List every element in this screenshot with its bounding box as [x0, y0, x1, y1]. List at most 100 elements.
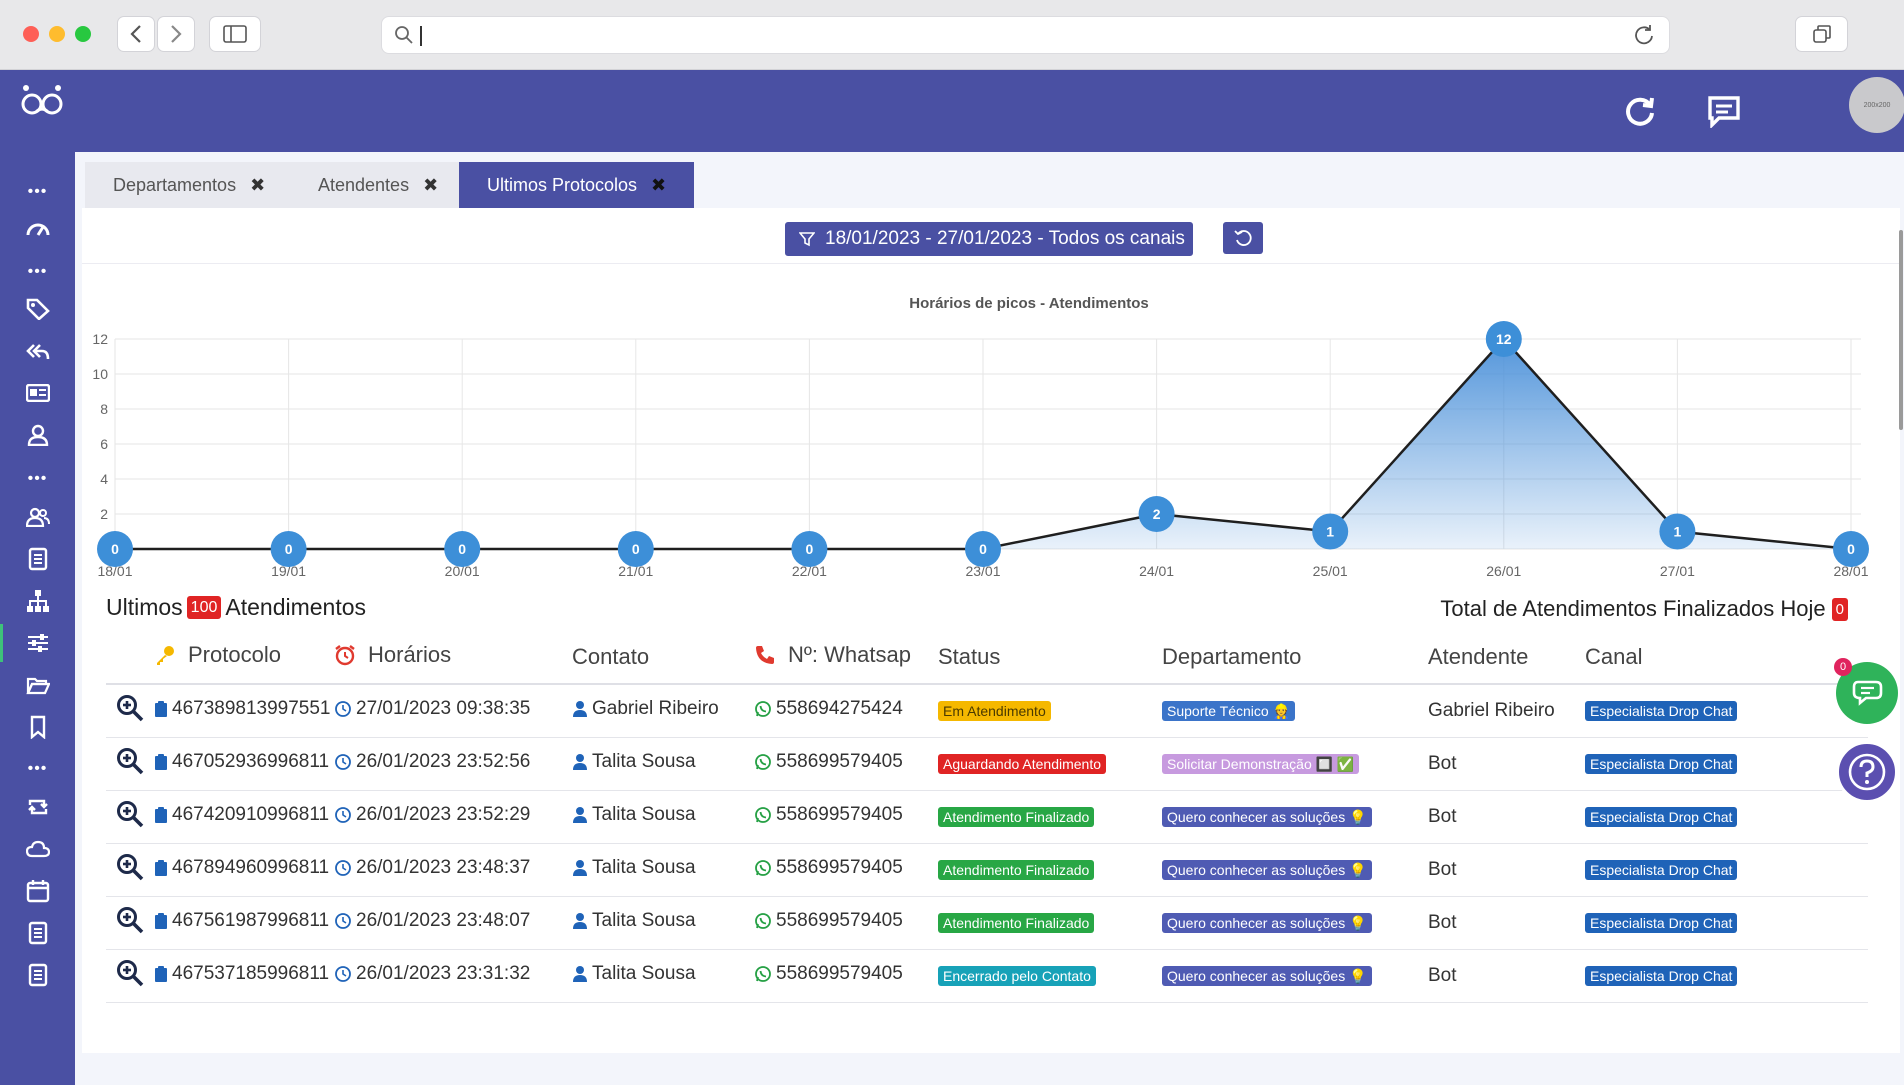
table-row[interactable]: 467389813997551 27/01/2023 09:38:35 Gabr… [106, 684, 1868, 738]
speedometer-icon [26, 223, 49, 236]
scrollbar[interactable] [1899, 230, 1903, 430]
alarm-clock-icon [335, 644, 355, 665]
atendente: Bot [1428, 949, 1585, 1003]
contato: Gabriel Ribeiro [592, 697, 719, 719]
table-row[interactable]: 467561987996811 26/01/2023 23:48:07 Tali… [106, 896, 1868, 950]
close-icon[interactable]: ✖ [651, 175, 666, 196]
refresh-icon[interactable] [1623, 94, 1657, 128]
sidebar-item-dashboard[interactable] [0, 210, 75, 248]
reload-icon[interactable] [1633, 24, 1655, 46]
tab-departamentos[interactable]: Departamentos ✖ [85, 162, 294, 208]
top-bar: 200x200 [75, 70, 1904, 152]
folder-open-icon [25, 677, 50, 695]
header-contato[interactable]: Contato [572, 630, 754, 685]
user-icon [573, 965, 587, 982]
table-row[interactable]: 467894960996811 26/01/2023 23:48:37 Tali… [106, 843, 1868, 897]
header-whatsapp[interactable]: Nº: Whatsap [754, 630, 938, 685]
clipboard-icon [155, 753, 167, 770]
content-panel: 18/01/2023 - 27/01/2023 - Todos os canai… [82, 208, 1900, 1053]
forward-button[interactable] [157, 16, 195, 52]
sidebar-item-notes[interactable] [0, 914, 75, 952]
message-icon[interactable] [1707, 94, 1741, 128]
chart-title: Horários de picos - Atendimentos [909, 295, 1148, 312]
user-icon [573, 753, 587, 770]
sidebar-item-logs[interactable] [0, 956, 75, 994]
date-filter-button[interactable]: 18/01/2023 - 27/01/2023 - Todos os canai… [785, 222, 1193, 256]
whatsapp: 558699579405 [776, 962, 903, 984]
window-minimize-button[interactable] [49, 26, 65, 42]
sidebar-icon [223, 25, 247, 43]
zoom-in-icon[interactable] [116, 694, 144, 722]
whatsapp-icon [755, 806, 771, 823]
x-tick-label: 27/01 [1660, 563, 1695, 579]
avatar[interactable]: 200x200 [1849, 77, 1904, 133]
clipboard-icon [155, 806, 167, 823]
contato: Talita Sousa [592, 856, 696, 878]
status-badge: Atendimento Finalizado [938, 806, 1095, 827]
x-tick-label: 26/01 [1486, 563, 1521, 579]
header-protocolo[interactable]: Protocolo [154, 630, 334, 685]
sidebar-item-sync[interactable] [0, 788, 75, 826]
header-atendente[interactable]: Atendente [1428, 630, 1585, 685]
chat-widget-badge: 0 [1834, 658, 1852, 676]
sidebar-item-users[interactable] [0, 416, 75, 454]
sidebar-item-tags[interactable] [0, 290, 75, 328]
window-maximize-button[interactable] [75, 26, 91, 42]
table-row[interactable]: 467537185996811 26/01/2023 23:31:32 Tali… [106, 949, 1868, 1003]
table-row[interactable]: 467420910996811 26/01/2023 23:52:29 Tali… [106, 790, 1868, 844]
table-body: 467389813997551 27/01/2023 09:38:35 Gabr… [106, 684, 1868, 1003]
tab-ultimos-protocolos[interactable]: Ultimos Protocolos ✖ [459, 162, 695, 208]
clipboard-icon [155, 912, 167, 929]
sidebar-item-attendants[interactable] [0, 498, 75, 536]
date-filter-label: 18/01/2023 - 27/01/2023 - Todos os canai… [825, 228, 1185, 249]
browser-chrome [0, 0, 1904, 70]
header-horarios[interactable]: Horários [334, 630, 572, 685]
zoom-in-icon[interactable] [116, 906, 144, 934]
retweet-icon [27, 799, 48, 815]
sidebar-item-cloud[interactable] [0, 830, 75, 868]
horario: 26/01/2023 23:31:32 [356, 962, 531, 984]
contato: Talita Sousa [592, 962, 696, 984]
sidebar-item-contacts-card[interactable] [0, 374, 75, 412]
sidebar-item-calendar[interactable] [0, 872, 75, 910]
sidebar-item-departments[interactable] [0, 582, 75, 620]
text-caret [420, 26, 422, 46]
sidebar-item-bookmarks[interactable] [0, 708, 75, 746]
protocolo: 467052936996811 [172, 750, 330, 772]
whatsapp-icon [755, 700, 771, 717]
tab-atendentes[interactable]: Atendentes ✖ [290, 162, 467, 208]
sidebar: ••• ••• ••• ••• [0, 70, 75, 1085]
whatsapp: 558694275424 [776, 697, 903, 719]
zoom-in-icon[interactable] [116, 800, 144, 828]
header-departamento[interactable]: Departamento [1162, 630, 1428, 685]
table-row[interactable]: 467052936996811 26/01/2023 23:52:56 Tali… [106, 737, 1868, 791]
header-status[interactable]: Status [938, 630, 1162, 685]
sidebar-item-settings[interactable] [0, 624, 75, 662]
reset-filter-button[interactable] [1223, 222, 1263, 254]
help-button[interactable] [1836, 741, 1898, 803]
address-bar[interactable] [381, 16, 1670, 54]
sidebar-item-quick-replies[interactable] [0, 332, 75, 370]
tab-overview-button[interactable] [1795, 16, 1848, 52]
data-label: 0 [1847, 541, 1855, 557]
window-close-button[interactable] [23, 26, 39, 42]
count-badge: 100 [186, 596, 222, 619]
clock-icon [335, 859, 351, 876]
protocolo: 467389813997551 [172, 697, 331, 719]
tab-label: Ultimos Protocolos [487, 174, 638, 195]
sidebar-item-files[interactable] [0, 666, 75, 704]
header-canal[interactable]: Canal [1585, 630, 1868, 685]
close-icon[interactable]: ✖ [423, 175, 438, 196]
user-icon [27, 424, 48, 446]
back-button[interactable] [117, 16, 155, 52]
search-icon [395, 26, 413, 44]
zoom-in-icon[interactable] [116, 959, 144, 987]
data-label: 1 [1326, 524, 1334, 540]
sidebar-toggle-button[interactable] [209, 16, 261, 52]
close-icon[interactable]: ✖ [250, 175, 265, 196]
user-icon [573, 806, 587, 823]
zoom-in-icon[interactable] [116, 747, 144, 775]
zoom-in-icon[interactable] [116, 853, 144, 881]
status-badge: Aguardando Atendimento [938, 753, 1107, 774]
sidebar-item-reports[interactable] [0, 540, 75, 578]
